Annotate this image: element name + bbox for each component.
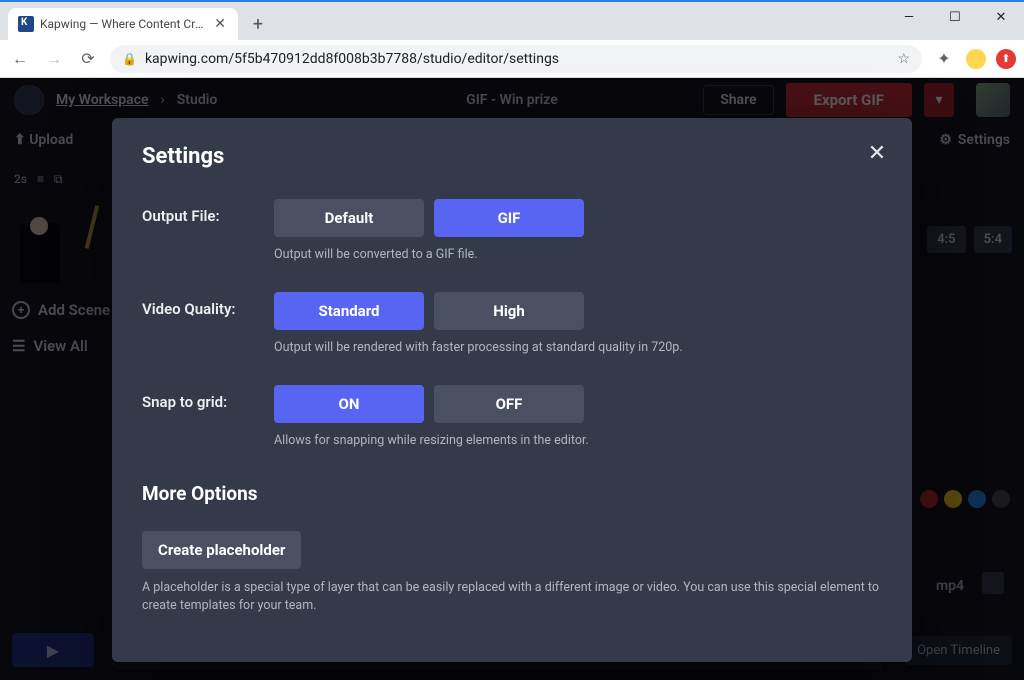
video-quality-row: Video Quality: Standard High Output will… bbox=[142, 292, 882, 355]
tab-close-icon[interactable]: ✕ bbox=[212, 16, 228, 32]
quality-standard-button[interactable]: Standard bbox=[274, 292, 424, 330]
modal-close-button[interactable]: ✕ bbox=[862, 138, 892, 168]
video-quality-hint: Output will be rendered with faster proc… bbox=[274, 340, 882, 355]
browser-toolbar: ← → ⟳ 🔒 kapwing.com/5f5b470912dd8f008b3b… bbox=[0, 40, 1024, 78]
window-close-button[interactable]: ✕ bbox=[978, 2, 1024, 32]
nav-reload-button[interactable]: ⟳ bbox=[76, 47, 100, 71]
more-options-heading: More Options bbox=[142, 482, 882, 505]
snap-off-button[interactable]: OFF bbox=[434, 385, 584, 423]
extensions-icon[interactable]: ✦ bbox=[932, 47, 956, 71]
favicon-icon bbox=[18, 16, 34, 32]
nav-back-button[interactable]: ← bbox=[8, 47, 32, 71]
nav-forward-button[interactable]: → bbox=[42, 47, 66, 71]
app-root: My Workspace › Studio GIF - Win prize Sh… bbox=[0, 78, 1024, 680]
modal-title: Settings bbox=[142, 144, 882, 169]
browser-tab[interactable]: Kapwing — Where Content Crea ✕ bbox=[8, 8, 238, 40]
url-text: kapwing.com/5f5b470912dd8f008b3b7788/stu… bbox=[145, 51, 559, 67]
output-file-hint: Output will be converted to a GIF file. bbox=[274, 247, 882, 262]
snap-segment: ON OFF bbox=[274, 385, 882, 423]
settings-modal: Settings ✕ Output File: Default GIF Outp… bbox=[112, 118, 912, 662]
new-tab-button[interactable]: + bbox=[244, 10, 272, 38]
output-file-segment: Default GIF bbox=[274, 199, 882, 237]
snap-row: Snap to grid: ON OFF Allows for snapping… bbox=[142, 385, 882, 448]
window-controls: — ☐ ✕ bbox=[886, 2, 1024, 32]
output-file-label: Output File: bbox=[142, 199, 274, 262]
output-file-row: Output File: Default GIF Output will be … bbox=[142, 199, 882, 262]
window-maximize-button[interactable]: ☐ bbox=[932, 2, 978, 32]
lock-icon: 🔒 bbox=[122, 52, 137, 66]
tab-title: Kapwing — Where Content Crea bbox=[40, 17, 206, 31]
address-bar[interactable]: 🔒 kapwing.com/5f5b470912dd8f008b3b7788/s… bbox=[110, 45, 922, 73]
window-titlebar: Kapwing — Where Content Crea ✕ + — ☐ ✕ bbox=[0, 0, 1024, 40]
extension-red-icon[interactable]: ⬆ bbox=[996, 49, 1016, 69]
output-default-button[interactable]: Default bbox=[274, 199, 424, 237]
window-minimize-button[interactable]: — bbox=[886, 2, 932, 32]
output-gif-button[interactable]: GIF bbox=[434, 199, 584, 237]
video-quality-segment: Standard High bbox=[274, 292, 882, 330]
snap-on-button[interactable]: ON bbox=[274, 385, 424, 423]
create-placeholder-description: A placeholder is a special type of layer… bbox=[142, 579, 882, 615]
create-placeholder-button[interactable]: Create placeholder bbox=[142, 531, 301, 569]
bookmark-star-icon[interactable]: ☆ bbox=[897, 51, 910, 67]
extension-yellow-icon[interactable] bbox=[966, 49, 986, 69]
snap-label: Snap to grid: bbox=[142, 385, 274, 448]
quality-high-button[interactable]: High bbox=[434, 292, 584, 330]
snap-hint: Allows for snapping while resizing eleme… bbox=[274, 433, 882, 448]
video-quality-label: Video Quality: bbox=[142, 292, 274, 355]
